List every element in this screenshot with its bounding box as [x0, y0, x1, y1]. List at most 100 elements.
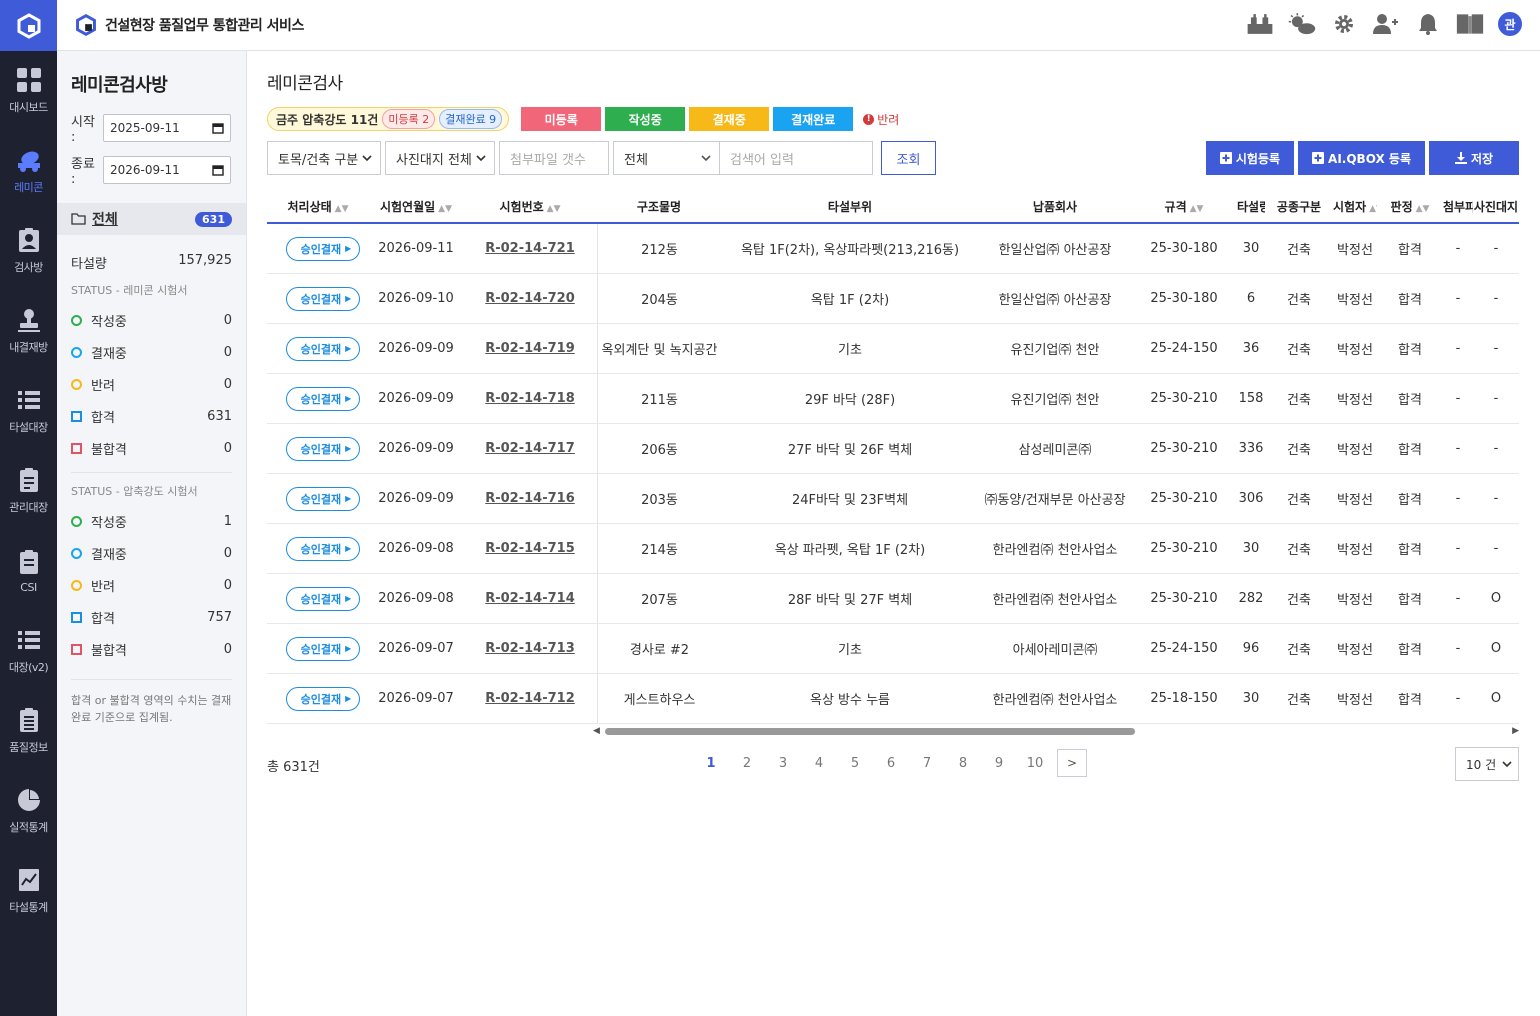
- approval-status-button[interactable]: 승인결재 ▶: [285, 386, 361, 411]
- scroll-right-icon[interactable]: ▶: [1512, 726, 1519, 736]
- rail-item-3[interactable]: 검사방: [0, 211, 57, 291]
- status1-row[interactable]: 작성중 0: [71, 304, 232, 336]
- photo-select[interactable]: 사진대지 전체: [385, 141, 495, 175]
- factory-icon[interactable]: [1246, 10, 1274, 38]
- column-header[interactable]: 납품회사: [979, 198, 1131, 215]
- test-number-link[interactable]: R-02-14-719: [485, 341, 575, 356]
- rail-item-6[interactable]: 관리대장: [0, 451, 57, 531]
- column-header[interactable]: 구조물명: [597, 198, 721, 215]
- rail-item-1[interactable]: 대시보드: [0, 51, 57, 131]
- book-icon[interactable]: [1456, 10, 1484, 38]
- scope-select[interactable]: 전체: [613, 141, 719, 175]
- status1-row[interactable]: 결재중 0: [71, 336, 232, 368]
- table-row[interactable]: 승인결재 ▶ 2026-09-08 R-02-14-715 214동 옥상 파라펫, 옥탑…: [267, 524, 1519, 574]
- column-header[interactable]: 첨부파일: [1443, 198, 1473, 215]
- status1-row[interactable]: 합격 631: [71, 400, 232, 432]
- approval-status-button[interactable]: 승인결재 ▶: [285, 436, 361, 461]
- rail-item-5[interactable]: 타설대장: [0, 371, 57, 451]
- approval-status-button[interactable]: 승인결재 ▶: [285, 686, 361, 711]
- rail-item-8[interactable]: 대장(v2): [0, 611, 57, 691]
- horizontal-scrollbar[interactable]: ◀ ▶: [593, 726, 1519, 736]
- weekly-summary-badge[interactable]: 금주 압축강도 11건 미등록 2 결재완료 9: [267, 107, 510, 131]
- sort-icon[interactable]: ▲▼: [1369, 204, 1377, 214]
- rail-item-11[interactable]: 타설통계: [0, 851, 57, 931]
- test-number-link[interactable]: R-02-14-717: [485, 441, 575, 456]
- test-number-link[interactable]: R-02-14-713: [485, 641, 575, 656]
- page-link[interactable]: 9: [981, 756, 1017, 771]
- page-link[interactable]: 3: [765, 756, 801, 771]
- status1-row[interactable]: 반려 0: [71, 368, 232, 400]
- status1-row[interactable]: 불합격 0: [71, 432, 232, 464]
- page-link[interactable]: 7: [909, 756, 945, 771]
- rail-item-7[interactable]: CSI: [0, 531, 57, 611]
- test-number-link[interactable]: R-02-14-720: [485, 291, 575, 306]
- rail-item-2[interactable]: 레미콘: [0, 131, 57, 211]
- weather-icon[interactable]: [1288, 10, 1316, 38]
- approval-status-button[interactable]: 승인결재 ▶: [285, 286, 361, 311]
- end-date-input[interactable]: 2026-09-11: [103, 156, 231, 184]
- table-row[interactable]: 승인결재 ▶ 2026-09-10 R-02-14-720 204동 옥탑 1F (2차)…: [267, 274, 1519, 324]
- start-date-input[interactable]: 2025-09-11: [103, 114, 231, 142]
- per-page-select[interactable]: 10 건: [1455, 747, 1519, 781]
- sort-icon[interactable]: ▲▼: [1190, 204, 1204, 214]
- all-filter-row[interactable]: 전체 631: [57, 203, 246, 235]
- column-header[interactable]: 시험자▲▼: [1333, 198, 1377, 215]
- approval-status-button[interactable]: 승인결재 ▶: [285, 586, 361, 611]
- page-link[interactable]: 2: [729, 756, 765, 771]
- user-avatar[interactable]: 관: [1498, 12, 1522, 36]
- register-test-button[interactable]: 시험등록: [1205, 141, 1295, 175]
- column-header[interactable]: 사진대지: [1473, 198, 1519, 215]
- settings-icon[interactable]: [1330, 10, 1358, 38]
- table-row[interactable]: 승인결재 ▶ 2026-09-09 R-02-14-719 옥외계단 및 녹지공간 기초 유…: [267, 324, 1519, 374]
- category-select[interactable]: 토목/건축 구분: [267, 141, 381, 175]
- column-header[interactable]: 시험번호 ▲▼: [463, 198, 597, 215]
- approval-status-button[interactable]: 승인결재 ▶: [285, 636, 361, 661]
- page-link[interactable]: 4: [801, 756, 837, 771]
- status2-row[interactable]: 작성중 1: [71, 505, 232, 537]
- table-row[interactable]: 승인결재 ▶ 2026-09-09 R-02-14-716 203동 24F바닥 및 23…: [267, 474, 1519, 524]
- table-row[interactable]: 승인결재 ▶ 2026-09-11 R-02-14-721 212동 옥탑 1F(2차),…: [267, 224, 1519, 274]
- status2-row[interactable]: 불합격 0: [71, 633, 232, 665]
- table-row[interactable]: 승인결재 ▶ 2026-09-07 R-02-14-713 경사로 #2 기초 아세아레미콘…: [267, 624, 1519, 674]
- column-header[interactable]: 공종구분: [1265, 198, 1333, 215]
- save-button[interactable]: 저장: [1429, 141, 1519, 175]
- scroll-left-icon[interactable]: ◀: [593, 726, 600, 736]
- rail-item-10[interactable]: 실적통계: [0, 771, 57, 851]
- search-input[interactable]: 검색어 입력: [719, 141, 873, 175]
- next-page-button[interactable]: >: [1057, 749, 1087, 777]
- page-link[interactable]: 10: [1017, 756, 1053, 771]
- approval-status-button[interactable]: 승인결재 ▶: [285, 236, 361, 261]
- column-header[interactable]: 타설량: [1237, 198, 1265, 215]
- test-number-link[interactable]: R-02-14-718: [485, 391, 575, 406]
- column-header[interactable]: 처리상태 ▲▼: [267, 198, 369, 215]
- page-link[interactable]: 1: [693, 756, 729, 771]
- approval-status-button[interactable]: 승인결재 ▶: [285, 486, 361, 511]
- test-number-link[interactable]: R-02-14-714: [485, 591, 575, 606]
- bell-icon[interactable]: [1414, 10, 1442, 38]
- sort-icon[interactable]: ▲▼: [438, 204, 452, 214]
- rail-item-9[interactable]: 품질정보: [0, 691, 57, 771]
- test-number-link[interactable]: R-02-14-712: [485, 691, 575, 706]
- test-number-link[interactable]: R-02-14-716: [485, 491, 575, 506]
- column-header[interactable]: 타설부위: [721, 198, 979, 215]
- page-link[interactable]: 8: [945, 756, 981, 771]
- search-button[interactable]: 조회: [881, 141, 936, 175]
- attach-count-input[interactable]: 첨부파일 갯수: [499, 141, 609, 175]
- column-header[interactable]: 시험연월일 ▲▼: [369, 198, 463, 215]
- approval-status-button[interactable]: 승인결재 ▶: [285, 536, 361, 561]
- status2-row[interactable]: 합격 757: [71, 601, 232, 633]
- status2-row[interactable]: 반려 0: [71, 569, 232, 601]
- app-logo[interactable]: [0, 0, 57, 51]
- column-header[interactable]: 규격 ▲▼: [1131, 198, 1237, 215]
- table-row[interactable]: 승인결재 ▶ 2026-09-09 R-02-14-717 206동 27F 바닥 및 2…: [267, 424, 1519, 474]
- sort-icon[interactable]: ▲▼: [335, 204, 349, 214]
- status2-row[interactable]: 결재중 0: [71, 537, 232, 569]
- page-link[interactable]: 6: [873, 756, 909, 771]
- column-header[interactable]: 판정 ▲▼: [1377, 198, 1443, 215]
- test-number-link[interactable]: R-02-14-721: [485, 241, 575, 256]
- table-row[interactable]: 승인결재 ▶ 2026-09-07 R-02-14-712 게스트하우스 옥상 방수 누름…: [267, 674, 1519, 724]
- table-row[interactable]: 승인결재 ▶ 2026-09-09 R-02-14-718 211동 29F 바닥 (28…: [267, 374, 1519, 424]
- sort-icon[interactable]: ▲▼: [1416, 204, 1430, 214]
- test-number-link[interactable]: R-02-14-715: [485, 541, 575, 556]
- table-row[interactable]: 승인결재 ▶ 2026-09-08 R-02-14-714 207동 28F 바닥 및 2…: [267, 574, 1519, 624]
